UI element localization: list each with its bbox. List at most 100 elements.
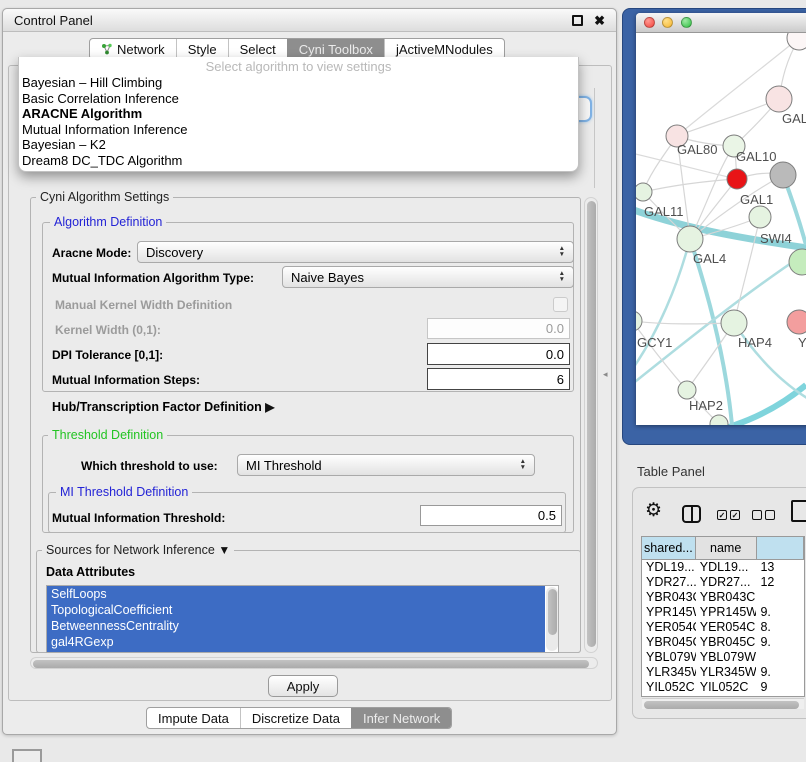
- hidden-groupbox-edge: [594, 88, 595, 188]
- float-panel-icon[interactable]: [572, 15, 583, 26]
- control-panel-titlebar: Control Panel ✖: [3, 9, 616, 32]
- tab-label: Style: [188, 42, 217, 57]
- network-node[interactable]: [770, 162, 796, 188]
- split-columns-icon[interactable]: [682, 505, 701, 523]
- column-header-name[interactable]: name: [696, 537, 757, 559]
- network-node-hap2[interactable]: [678, 381, 696, 399]
- data-attributes-list[interactable]: SelfLoopsTopologicalCoefficientBetweenne…: [46, 585, 559, 653]
- corner-widget: [12, 749, 42, 762]
- network-node-gal[interactable]: [766, 86, 792, 112]
- table-row[interactable]: YIL052CYIL052C9: [642, 680, 804, 695]
- algorithm-option[interactable]: ARACNE Algorithm: [19, 106, 578, 122]
- sources-label: Sources for Network Inference: [46, 543, 215, 557]
- manual-kernel-width-checkbox[interactable]: [553, 297, 568, 312]
- node-table[interactable]: shared...name YDL19...YDL19...13YDR27...…: [641, 536, 805, 697]
- attributes-scrollbar[interactable]: [546, 587, 558, 651]
- table-cell: YLR345W: [642, 665, 696, 680]
- file-icon[interactable]: [791, 500, 806, 522]
- table-row[interactable]: YBL079WYBL079W: [642, 650, 804, 665]
- algorithm-option[interactable]: Mutual Information Inference: [19, 122, 578, 138]
- table-row[interactable]: YDR27...YDR27...12: [642, 575, 804, 590]
- close-window-icon[interactable]: [644, 17, 655, 28]
- zoom-window-icon[interactable]: [681, 17, 692, 28]
- table-cell: 9: [756, 680, 804, 695]
- algorithm-option[interactable]: Dream8 DC_TDC Algorithm: [19, 153, 578, 169]
- table-row[interactable]: YBR045CYBR045C9.: [642, 635, 804, 650]
- which-threshold-label: Which threshold to use:: [81, 459, 218, 473]
- table-row[interactable]: YDL19...YDL19...13: [642, 560, 804, 575]
- table-row[interactable]: YBR043CYBR043C: [642, 590, 804, 605]
- settings-horizontal-scrollbar[interactable]: [30, 657, 598, 669]
- network-node-y[interactable]: [787, 310, 806, 334]
- network-node-gcy1[interactable]: [636, 311, 642, 331]
- settings-vertical-scrollbar[interactable]: [584, 197, 598, 653]
- network-node-swi4[interactable]: [789, 249, 806, 275]
- minimize-window-icon[interactable]: [662, 17, 673, 28]
- table-row[interactable]: YPR145WYPR145W9.: [642, 605, 804, 620]
- deselect-all-checkboxes-icon[interactable]: [752, 510, 775, 520]
- attribute-item[interactable]: BetweennessCentrality: [47, 618, 545, 634]
- select-all-checkboxes-icon[interactable]: ✓✓: [717, 510, 740, 520]
- table-cell: YBR045C: [642, 635, 696, 650]
- algorithm-definition-label: Algorithm Definition: [50, 215, 166, 229]
- tab-cyni-toolbox[interactable]: Cyni Toolbox: [287, 39, 384, 59]
- column-header-shared...[interactable]: shared...: [642, 537, 696, 559]
- network-window-titlebar: [636, 13, 806, 33]
- algorithm-option[interactable]: Bayesian – K2: [19, 137, 578, 153]
- column-header-col3[interactable]: [757, 537, 804, 559]
- table-row[interactable]: YER054CYER054C8.: [642, 620, 804, 635]
- kernel-width-input[interactable]: [427, 318, 570, 339]
- tab-style[interactable]: Style: [176, 39, 228, 59]
- attribute-item[interactable]: gal4RGexp: [47, 634, 545, 650]
- table-row[interactable]: YLR345WYLR345W9.: [642, 665, 804, 680]
- network-node-label: GAL: [782, 111, 806, 126]
- bottom-tabbar: Impute DataDiscretize DataInfer Network: [146, 707, 452, 729]
- mi-algorithm-type-combobox[interactable]: Naive Bayes ▲▼: [282, 266, 574, 288]
- network-node-gal11[interactable]: [636, 183, 652, 201]
- table-cell: YDL19...: [696, 560, 757, 575]
- tab-discretize-data[interactable]: Discretize Data: [240, 708, 351, 728]
- tab-select[interactable]: Select: [228, 39, 287, 59]
- network-node-label: GAL1: [740, 192, 773, 207]
- table-cell: 9.: [756, 635, 804, 650]
- table-cell: YBL079W: [642, 650, 696, 665]
- algorithm-option[interactable]: Basic Correlation Inference: [19, 91, 578, 107]
- table-cell: YDL19...: [642, 560, 696, 575]
- network-node-label: GAL10: [736, 149, 776, 164]
- dpi-tolerance-input[interactable]: [427, 343, 570, 365]
- network-canvas[interactable]: GALGAL80GAL10GAL1GAL11GAL4SWI4GCY1HAP4YH…: [636, 33, 806, 425]
- tab-network[interactable]: Network: [90, 39, 176, 59]
- mi-threshold-input[interactable]: [420, 505, 562, 526]
- attribute-item[interactable]: TopologicalCoefficient: [47, 602, 545, 618]
- table-cell: 9.: [756, 605, 804, 620]
- table-cell: YDR27...: [696, 575, 757, 590]
- close-panel-icon[interactable]: ✖: [594, 15, 605, 26]
- network-node-gal1[interactable]: [749, 206, 771, 228]
- apply-button[interactable]: Apply: [268, 675, 338, 697]
- table-cell: YBR045C: [696, 635, 757, 650]
- collapse-arrow-icon: ▼: [218, 543, 230, 557]
- network-node-gal4[interactable]: [677, 226, 703, 252]
- attribute-item[interactable]: SelfLoops: [47, 586, 545, 602]
- tab-impute-data[interactable]: Impute Data: [147, 708, 240, 728]
- tab-infer-network[interactable]: Infer Network: [351, 708, 451, 728]
- panel-divider-handle[interactable]: ◂: [603, 369, 608, 380]
- sources-toggle[interactable]: Sources for Network Inference ▼: [42, 543, 234, 557]
- hub-definition-toggle[interactable]: Hub/Transcription Factor Definition ▶: [52, 400, 274, 414]
- algorithm-dropdown-list: Bayesian – Hill ClimbingBasic Correlatio…: [19, 75, 578, 169]
- network-node[interactable]: [787, 33, 806, 50]
- mi-steps-input[interactable]: [427, 368, 570, 390]
- tab-jactivemnodules[interactable]: jActiveMNodules: [384, 39, 504, 59]
- table-horizontal-scrollbar[interactable]: [642, 698, 804, 709]
- network-node-hap4[interactable]: [721, 310, 747, 336]
- hub-definition-label: Hub/Transcription Factor Definition: [52, 400, 262, 414]
- algorithm-option[interactable]: Bayesian – Hill Climbing: [19, 75, 578, 91]
- table-cell: 9.: [756, 665, 804, 680]
- which-threshold-combobox[interactable]: MI Threshold ▲▼: [237, 454, 535, 476]
- gear-icon[interactable]: ⚙: [645, 501, 662, 520]
- network-node[interactable]: [727, 169, 747, 189]
- table-cell: 8.: [756, 620, 804, 635]
- network-node[interactable]: [710, 415, 728, 425]
- mi-threshold-group-label: MI Threshold Definition: [56, 485, 192, 499]
- aracne-mode-combobox[interactable]: Discovery ▲▼: [137, 241, 574, 263]
